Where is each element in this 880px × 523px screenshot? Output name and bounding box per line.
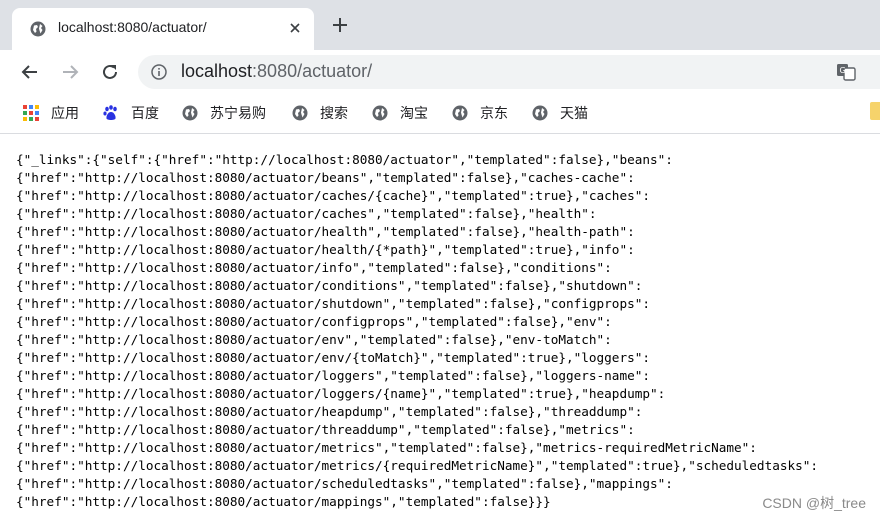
folder-icon[interactable] — [870, 102, 880, 120]
url-text[interactable]: localhost:8080/actuator/ — [181, 61, 372, 82]
globe-icon — [452, 105, 468, 121]
info-icon[interactable] — [151, 64, 167, 80]
address-bar[interactable]: localhost:8080/actuator/ G — [138, 55, 880, 89]
arrow-left-icon — [21, 65, 37, 79]
bookmark-label: 京东 — [480, 106, 508, 122]
bookmark-baidu[interactable]: 百度 — [103, 102, 159, 124]
svg-text:G: G — [840, 66, 846, 75]
url-path: :8080/actuator/ — [252, 61, 373, 81]
watermark: CSDN @树_tree — [762, 495, 866, 511]
back-button[interactable] — [17, 59, 43, 85]
plus-icon — [333, 18, 347, 32]
bookmark-label: 搜索 — [320, 106, 348, 122]
globe-icon — [372, 105, 388, 121]
globe-icon — [182, 105, 198, 121]
forward-button[interactable] — [57, 59, 83, 85]
browser-tab[interactable]: localhost:8080/actuator/ — [12, 8, 314, 50]
baidu-paw-icon — [103, 105, 117, 120]
close-tab-icon[interactable] — [286, 19, 304, 37]
page-content: {"_links":{"self":{"href":"http://localh… — [0, 135, 880, 523]
bookmark-label: 淘宝 — [400, 106, 428, 122]
reload-button[interactable] — [97, 59, 123, 85]
bookmark-suning[interactable]: 苏宁易购 — [182, 102, 266, 124]
browser-toolbar: localhost:8080/actuator/ G — [0, 50, 880, 94]
bookmark-jd[interactable]: 京东 — [452, 102, 508, 124]
bookmark-apps[interactable]: 应用 — [23, 102, 79, 124]
bookmark-label: 百度 — [131, 106, 159, 122]
bookmark-taobao[interactable]: 淘宝 — [372, 102, 428, 124]
globe-icon — [292, 105, 308, 121]
bookmark-label: 应用 — [51, 106, 79, 122]
arrow-right-icon — [63, 65, 79, 79]
reload-icon — [103, 64, 117, 79]
bookmark-label: 苏宁易购 — [210, 106, 266, 122]
bookmark-label: 天猫 — [560, 106, 588, 122]
apps-grid-icon — [23, 105, 39, 121]
bookmark-search[interactable]: 搜索 — [292, 102, 348, 124]
globe-icon — [30, 21, 46, 37]
tab-strip: localhost:8080/actuator/ — [0, 0, 880, 50]
bookmarks-bar: 应用 百度 苏宁易购 搜索 淘宝 京东 天猫 — [0, 94, 880, 134]
new-tab-button[interactable] — [330, 17, 350, 37]
bookmark-tmall[interactable]: 天猫 — [532, 102, 588, 124]
translate-icon[interactable]: G — [836, 63, 856, 81]
globe-icon — [532, 105, 548, 121]
json-response-text: {"_links":{"self":{"href":"http://localh… — [16, 152, 819, 509]
url-host: localhost — [181, 61, 253, 81]
tab-title: localhost:8080/actuator/ — [58, 19, 207, 35]
